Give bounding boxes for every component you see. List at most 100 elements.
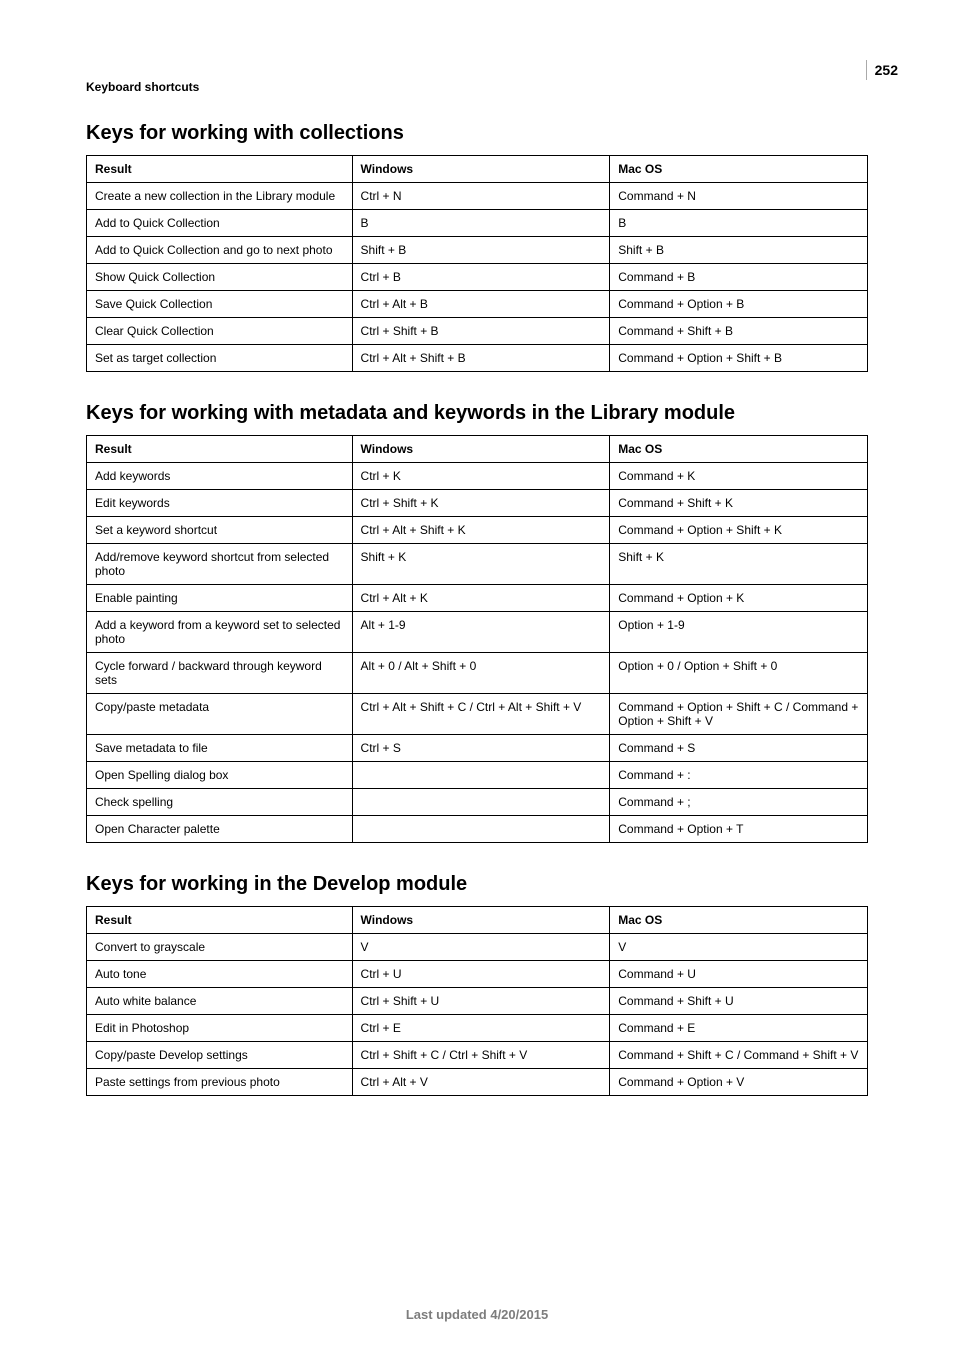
cell-windows: Ctrl + Shift + U <box>352 988 610 1015</box>
cell-windows: Ctrl + Shift + K <box>352 490 610 517</box>
table-row: Show Quick CollectionCtrl + BCommand + B <box>87 264 868 291</box>
cell-macos: Command + Option + V <box>610 1069 868 1096</box>
section-collections: Keys for working with collections Result… <box>86 122 868 372</box>
cell-windows <box>352 816 610 843</box>
cell-result: Create a new collection in the Library m… <box>87 183 353 210</box>
cell-macos: Command + S <box>610 735 868 762</box>
col-macos: Mac OS <box>610 907 868 934</box>
table-row: Add to Quick CollectionBB <box>87 210 868 237</box>
table-row: Save metadata to fileCtrl + SCommand + S <box>87 735 868 762</box>
col-windows: Windows <box>352 436 610 463</box>
section-title: Keys for working with collections <box>86 122 868 145</box>
cell-result: Copy/paste Develop settings <box>87 1042 353 1069</box>
table-row: Edit in PhotoshopCtrl + ECommand + E <box>87 1015 868 1042</box>
shortcut-table: Result Windows Mac OS Create a new colle… <box>86 155 868 372</box>
cell-result: Copy/paste metadata <box>87 694 353 735</box>
cell-windows: Ctrl + Alt + K <box>352 585 610 612</box>
cell-windows: Ctrl + Alt + B <box>352 291 610 318</box>
table-header-row: Result Windows Mac OS <box>87 156 868 183</box>
cell-windows: Ctrl + Alt + Shift + B <box>352 345 610 372</box>
table-row: Add keywordsCtrl + KCommand + K <box>87 463 868 490</box>
cell-windows: Ctrl + Shift + C / Ctrl + Shift + V <box>352 1042 610 1069</box>
table-row: Cycle forward / backward through keyword… <box>87 653 868 694</box>
cell-result: Convert to grayscale <box>87 934 353 961</box>
table-row: Clear Quick CollectionCtrl + Shift + BCo… <box>87 318 868 345</box>
cell-windows: B <box>352 210 610 237</box>
table-row: Add/remove keyword shortcut from selecte… <box>87 544 868 585</box>
cell-result: Save Quick Collection <box>87 291 353 318</box>
cell-result: Set as target collection <box>87 345 353 372</box>
cell-result: Cycle forward / backward through keyword… <box>87 653 353 694</box>
cell-macos: Command + N <box>610 183 868 210</box>
cell-windows: Ctrl + Shift + B <box>352 318 610 345</box>
cell-macos: Option + 1-9 <box>610 612 868 653</box>
cell-windows: Ctrl + U <box>352 961 610 988</box>
cell-result: Auto white balance <box>87 988 353 1015</box>
table-row: Copy/paste metadataCtrl + Alt + Shift + … <box>87 694 868 735</box>
cell-result: Enable painting <box>87 585 353 612</box>
cell-windows: Ctrl + Alt + Shift + C / Ctrl + Alt + Sh… <box>352 694 610 735</box>
table-row: Auto white balanceCtrl + Shift + UComman… <box>87 988 868 1015</box>
cell-result: Edit keywords <box>87 490 353 517</box>
cell-windows: Shift + B <box>352 237 610 264</box>
section-develop: Keys for working in the Develop module R… <box>86 873 868 1096</box>
col-macos: Mac OS <box>610 156 868 183</box>
cell-result: Open Character palette <box>87 816 353 843</box>
table-header-row: Result Windows Mac OS <box>87 907 868 934</box>
section-tag: Keyboard shortcuts <box>86 80 868 94</box>
cell-macos: Command + E <box>610 1015 868 1042</box>
cell-macos: B <box>610 210 868 237</box>
table-row: Paste settings from previous photoCtrl +… <box>87 1069 868 1096</box>
cell-macos: V <box>610 934 868 961</box>
footer: Last updated 4/20/2015 <box>0 1307 954 1322</box>
cell-windows: Ctrl + S <box>352 735 610 762</box>
cell-windows: V <box>352 934 610 961</box>
cell-windows <box>352 762 610 789</box>
cell-macos: Command + K <box>610 463 868 490</box>
cell-macos: Command + Option + Shift + B <box>610 345 868 372</box>
table-row: Open Spelling dialog boxCommand + : <box>87 762 868 789</box>
cell-windows <box>352 789 610 816</box>
cell-macos: Command + Shift + K <box>610 490 868 517</box>
cell-result: Add/remove keyword shortcut from selecte… <box>87 544 353 585</box>
cell-windows: Ctrl + Alt + Shift + K <box>352 517 610 544</box>
cell-macos: Option + 0 / Option + Shift + 0 <box>610 653 868 694</box>
table-row: Copy/paste Develop settingsCtrl + Shift … <box>87 1042 868 1069</box>
shortcut-table: Result Windows Mac OS Convert to graysca… <box>86 906 868 1096</box>
cell-macos: Command + U <box>610 961 868 988</box>
cell-macos: Command + : <box>610 762 868 789</box>
cell-result: Edit in Photoshop <box>87 1015 353 1042</box>
cell-macos: Command + ; <box>610 789 868 816</box>
cell-result: Set a keyword shortcut <box>87 517 353 544</box>
cell-windows: Ctrl + B <box>352 264 610 291</box>
cell-macos: Command + Shift + C / Command + Shift + … <box>610 1042 868 1069</box>
cell-windows: Ctrl + K <box>352 463 610 490</box>
cell-result: Auto tone <box>87 961 353 988</box>
table-row: Open Character palette Command + Option +… <box>87 816 868 843</box>
cell-macos: Command + Option + Shift + K <box>610 517 868 544</box>
table-row: Add to Quick Collection and go to next p… <box>87 237 868 264</box>
cell-macos: Command + Shift + U <box>610 988 868 1015</box>
cell-result: Add a keyword from a keyword set to sele… <box>87 612 353 653</box>
table-row: Set a keyword shortcutCtrl + Alt + Shift… <box>87 517 868 544</box>
cell-macos: Shift + K <box>610 544 868 585</box>
cell-macos: Shift + B <box>610 237 868 264</box>
section-metadata: Keys for working with metadata and keywo… <box>86 402 868 843</box>
cell-macos: Command + B <box>610 264 868 291</box>
table-row: Save Quick CollectionCtrl + Alt + BComma… <box>87 291 868 318</box>
cell-result: Add keywords <box>87 463 353 490</box>
cell-macos: Command + Option + B <box>610 291 868 318</box>
cell-windows: Ctrl + Alt + V <box>352 1069 610 1096</box>
table-row: Add a keyword from a keyword set to sele… <box>87 612 868 653</box>
cell-result: Add to Quick Collection <box>87 210 353 237</box>
shortcut-table: Result Windows Mac OS Add keywordsCtrl +… <box>86 435 868 843</box>
cell-result: Show Quick Collection <box>87 264 353 291</box>
col-result: Result <box>87 156 353 183</box>
col-windows: Windows <box>352 907 610 934</box>
page: 252 Keyboard shortcuts Keys for working … <box>0 0 954 1350</box>
cell-result: Check spelling <box>87 789 353 816</box>
col-result: Result <box>87 436 353 463</box>
cell-windows: Ctrl + N <box>352 183 610 210</box>
cell-macos: Command + Option + T <box>610 816 868 843</box>
cell-macos: Command + Option + Shift + C / Command +… <box>610 694 868 735</box>
